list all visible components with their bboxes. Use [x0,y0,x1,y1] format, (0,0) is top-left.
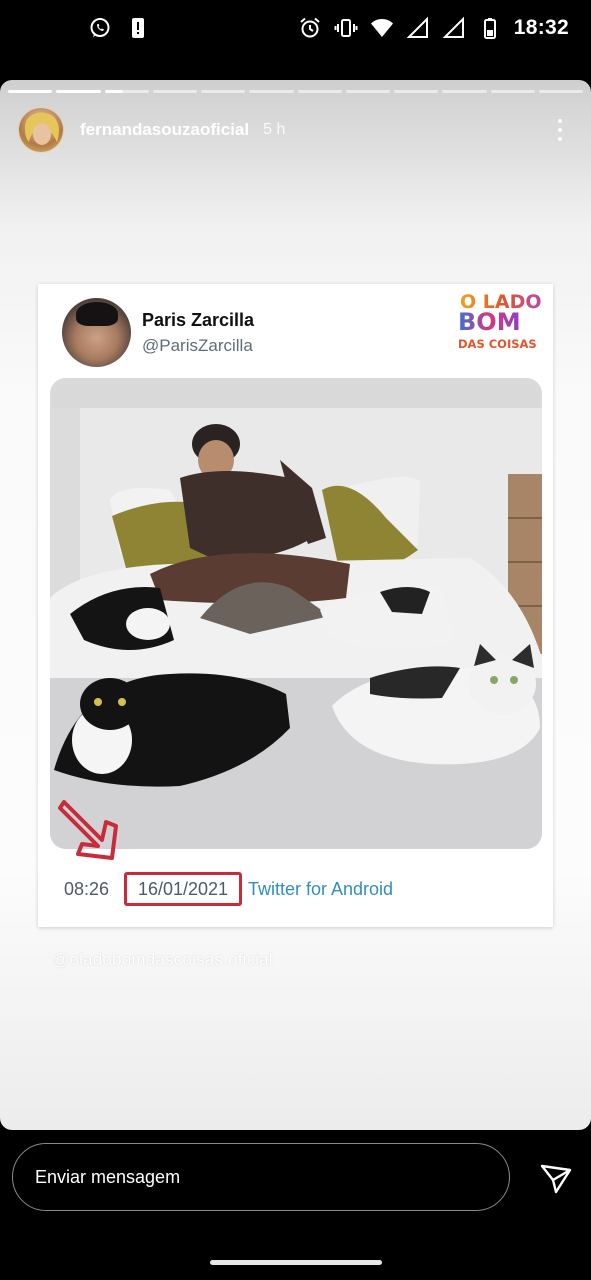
more-dot-icon [558,128,562,132]
status-bar: 18:32 [0,0,591,60]
send-message-placeholder: Enviar mensagem [35,1166,181,1187]
story-viewer[interactable]: fernandasouzaoficial 5 h Paris Zarcilla … [0,80,591,1130]
story-progress-segment [490,90,535,93]
battery-icon [483,18,496,39]
send-message-input[interactable]: Enviar mensagem [12,1143,510,1211]
tweet-author-avatar [62,298,131,367]
signal-icon [442,16,464,38]
story-progress-segment [249,90,294,93]
avatar[interactable] [18,107,64,153]
alarm-icon [300,17,320,38]
story-progress-segment [104,90,149,93]
clock: 18:32 [513,16,569,39]
story-mention-sticker[interactable]: @oladobomdascoisas.oficial [52,950,273,970]
story-progress-bar [8,90,583,93]
tweet-author-name: Paris Zarcilla [142,310,255,330]
tweet-author-handle: @ParisZarcilla [142,336,253,355]
notification-alert-icon [132,18,144,38]
tweet-card: Paris Zarcilla @ParisZarcilla O LADO BOM… [38,284,553,927]
more-dot-icon [558,119,562,123]
story-progress-segment [8,90,53,93]
story-progress-segment [152,90,197,93]
send-icon[interactable] [538,1160,574,1196]
wifi-icon [370,19,393,37]
svg-text:BOM: BOM [458,308,521,336]
home-indicator[interactable] [210,1260,382,1265]
more-dot-icon [558,137,562,141]
story-progress-segment [56,90,101,93]
story-username[interactable]: fernandasouzaoficial [80,120,249,140]
vibrate-icon [334,19,358,37]
tweet-time: 08:26 [64,879,110,899]
tweet-source-link[interactable]: Twitter for Android [248,879,393,900]
more-options-button[interactable] [548,116,572,144]
story-header: fernandasouzaoficial 5 h [18,106,578,154]
signal-icon [406,16,428,38]
story-time-ago: 5 h [263,121,286,138]
story-progress-segment [201,90,246,93]
story-progress-segment [538,90,583,93]
story-progress-segment [297,90,342,93]
story-progress-segment [345,90,390,93]
red-arrow-icon [58,800,118,860]
svg-text:DAS COISAS: DAS COISAS [458,337,537,351]
tweet-date-highlighted: 16/01/2021 [124,872,242,906]
whatsapp-icon [90,18,110,37]
story-progress-segment [442,90,487,93]
tweet-photo[interactable] [50,378,542,849]
o-lado-bom-logo: O LADO BOM DAS COISAS [458,291,542,351]
story-progress-segment [394,90,439,93]
tweet-meta: 08:26 16/01/2021 Twitter for Android [64,872,544,906]
